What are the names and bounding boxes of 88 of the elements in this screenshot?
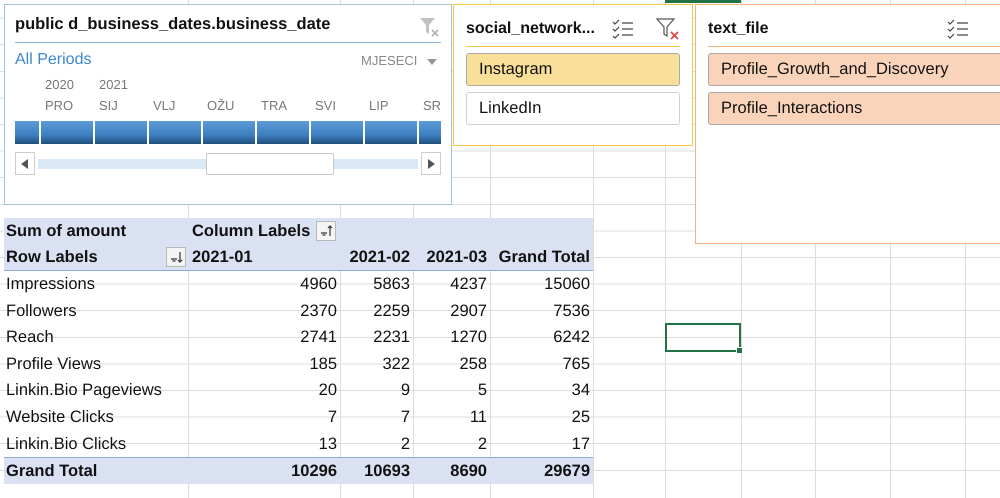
table-cell-text: 29679 xyxy=(543,462,591,481)
timeline-segment[interactable] xyxy=(257,121,309,144)
month-label: LIP xyxy=(368,97,390,115)
table-cell-text: 2259 xyxy=(372,302,411,321)
table-cell-text: 8690 xyxy=(449,462,488,481)
sort-filter-button[interactable] xyxy=(166,247,186,268)
scroll-left-button[interactable] xyxy=(15,152,35,175)
column-labels: Column Labels xyxy=(192,222,310,241)
table-cell-text: 2 xyxy=(400,434,411,454)
timeline-segment[interactable] xyxy=(15,121,39,144)
table-cell-text: 7 xyxy=(400,408,411,427)
table-cell-text: 15060 xyxy=(543,274,591,294)
value-label: Sum of amount xyxy=(5,222,128,241)
table-cell-text: 5863 xyxy=(372,274,411,294)
table-cell-text: 20 xyxy=(318,381,338,400)
scrollbar-thumb[interactable] xyxy=(206,152,334,174)
row-label: Followers xyxy=(5,302,78,321)
table-cell-text: 185 xyxy=(308,354,338,374)
clear-filter-icon[interactable] xyxy=(656,18,680,40)
row-label: Grand Total xyxy=(5,462,98,481)
sort-icon xyxy=(319,224,334,238)
timeline-segment[interactable] xyxy=(149,121,201,144)
selected-cell[interactable] xyxy=(665,323,741,352)
multi-select-icon[interactable] xyxy=(612,18,634,38)
month-label: TRA xyxy=(260,97,288,115)
slicer-item[interactable]: Profile_Growth_and_Discovery xyxy=(708,53,1000,86)
timeline-segment[interactable] xyxy=(41,121,93,144)
time-level-dropdown[interactable]: MJESECI xyxy=(361,52,441,68)
table-cell-text: 9 xyxy=(400,381,411,400)
row-label: Website Clicks xyxy=(5,408,115,427)
table-cell-text: 4237 xyxy=(449,274,488,294)
table-cell-text: 5 xyxy=(476,381,488,400)
arrow-right-icon xyxy=(427,158,435,168)
sort-filter-button[interactable] xyxy=(316,221,336,242)
table-cell-text: 2370 xyxy=(299,302,338,321)
row-label: Linkin.Bio Clicks xyxy=(5,434,128,454)
column-header: 2021-01 xyxy=(191,248,254,267)
table-cell-text: 25 xyxy=(570,408,591,427)
timeline-segment[interactable] xyxy=(203,121,255,144)
table-cell-text: 7 xyxy=(326,408,338,427)
row-labels: Row Labels xyxy=(6,248,98,267)
multi-select-icon[interactable] xyxy=(947,18,969,38)
table-cell-text: 2907 xyxy=(449,302,488,321)
table-cell-text: 6242 xyxy=(552,328,591,348)
column-header: 2021-02 xyxy=(348,248,411,267)
table-cell-text: 34 xyxy=(570,381,591,400)
table-cell-text: 2741 xyxy=(299,328,338,348)
slicer-title: social_network... xyxy=(466,20,596,38)
table-cell-text: 4960 xyxy=(299,274,338,294)
year-label: 2020 xyxy=(44,77,75,94)
row-label: Linkin.Bio Pageviews xyxy=(5,381,163,400)
timeline-segment[interactable] xyxy=(95,121,147,144)
slicer-title: text_file xyxy=(708,20,770,38)
row-label: Impressions xyxy=(5,274,96,294)
table-cell-text: 13 xyxy=(318,434,338,454)
caret-icon xyxy=(427,58,437,64)
table-cell-text: 258 xyxy=(458,354,488,374)
scroll-right-button[interactable] xyxy=(421,152,441,175)
table-cell-text: 10693 xyxy=(363,462,411,481)
row-label: Reach xyxy=(5,328,55,348)
table-cell-text: 2 xyxy=(476,434,488,454)
table-cell-text: 17 xyxy=(570,434,591,454)
month-label: OŽU xyxy=(206,97,236,115)
table-cell-text: 10296 xyxy=(290,462,338,481)
month-label: VLJ xyxy=(152,97,176,115)
table-cell-text: 2231 xyxy=(372,328,411,348)
row-label: Profile Views xyxy=(5,354,102,374)
month-label: SIJ xyxy=(98,97,119,115)
year-label: 2021 xyxy=(98,77,129,94)
slicer-title: public d_business_dates.business_date xyxy=(15,14,330,34)
column-header: Grand Total xyxy=(498,248,591,267)
slicer-item[interactable]: LinkedIn xyxy=(466,92,680,125)
slicer-item[interactable]: Profile_Interactions xyxy=(708,92,1000,125)
month-label: PRO xyxy=(44,97,74,115)
sort-icon xyxy=(169,250,183,264)
slicer-item[interactable]: Instagram xyxy=(466,53,680,86)
table-cell-text: 765 xyxy=(561,354,591,374)
arrow-left-icon xyxy=(21,158,29,168)
period-label: All Periods xyxy=(15,51,92,69)
month-label: SVI xyxy=(314,97,337,115)
month-label: SR xyxy=(422,97,441,115)
column-header: 2021-03 xyxy=(425,248,488,267)
table-cell-text: 11 xyxy=(468,408,488,427)
table-cell-text: 7536 xyxy=(552,302,591,321)
timeline-segment[interactable] xyxy=(311,121,363,144)
table-cell-text: 1270 xyxy=(449,328,488,348)
timeline-segment[interactable] xyxy=(365,121,417,144)
table-cell-text: 322 xyxy=(381,354,411,374)
